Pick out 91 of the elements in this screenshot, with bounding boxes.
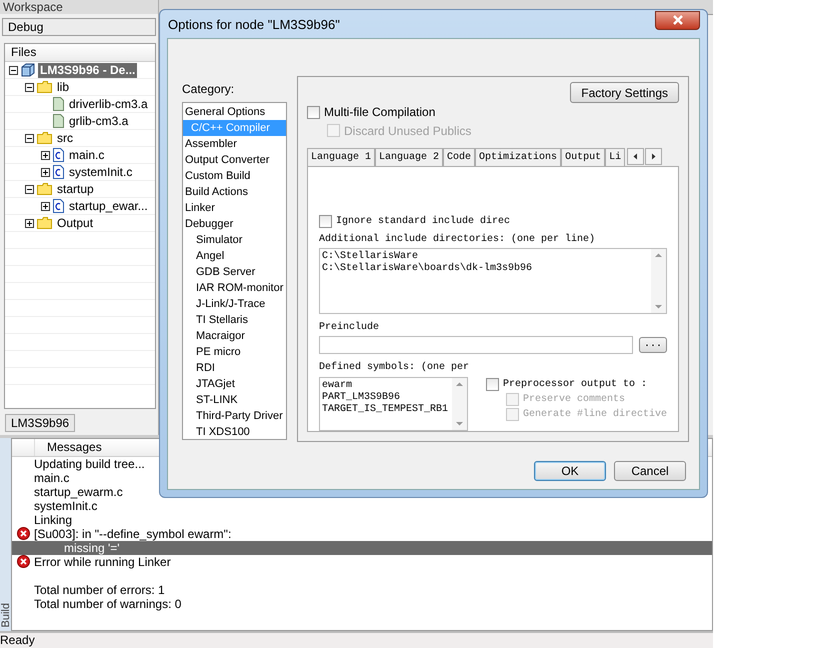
category-item[interactable]: PE micro (183, 344, 286, 360)
c-file-icon (53, 148, 64, 162)
workspace-title: Workspace (0, 0, 158, 14)
category-item[interactable]: Debugger (183, 216, 286, 232)
folder-icon (37, 217, 52, 229)
category-item[interactable]: Angel (183, 248, 286, 264)
tree-item[interactable]: grlib-cm3.a (67, 114, 130, 128)
category-item[interactable]: Custom Build (183, 168, 286, 184)
category-item[interactable]: TI Stellaris (183, 312, 286, 328)
workspace-tab[interactable]: LM3S9b96 (5, 414, 76, 432)
category-item[interactable]: RDI (183, 360, 286, 376)
category-item[interactable]: Assembler (183, 136, 286, 152)
category-item[interactable]: TI XDS100 (183, 424, 286, 440)
category-item[interactable]: Third-Party Driver (183, 408, 286, 424)
preinclude-field[interactable] (319, 336, 633, 354)
field-label: Additional include directories: (one per line) (319, 234, 596, 247)
category-item[interactable]: JTAGjet (183, 376, 286, 392)
minus-icon[interactable] (25, 134, 34, 142)
status-text: Ready (0, 631, 713, 648)
field-label: Preinclude (319, 322, 380, 335)
include-directories-field[interactable]: C:\StellarisWare C:\StellarisWare\boards\dk-lm3s9b96 (319, 248, 667, 314)
close-button[interactable] (655, 10, 700, 30)
message-row[interactable]: [Su003]: in "--define_symbol ewarm": (12, 526, 712, 541)
close-icon (672, 15, 684, 25)
tree-item[interactable]: systemInit.c (67, 164, 134, 180)
tree-item[interactable]: LM3S9b96 - De... (38, 62, 138, 78)
cancel-button[interactable]: Cancel (614, 461, 686, 481)
tree-item[interactable]: main.c (67, 148, 106, 162)
message-row[interactable]: Total number of errors: 1 (12, 582, 712, 597)
c-file-icon (53, 165, 64, 179)
message-row[interactable]: Total number of warnings: 0 (12, 596, 712, 611)
tree-item[interactable]: startup_ewar... (67, 198, 150, 214)
up-arrow-icon[interactable] (654, 252, 663, 258)
plus-icon[interactable] (41, 202, 50, 210)
folder-icon (37, 183, 52, 195)
files-header[interactable]: Files (5, 44, 155, 62)
factory-settings-button[interactable]: Factory Settings (570, 82, 679, 103)
tree-item[interactable]: startup (55, 182, 96, 196)
checkbox[interactable]: Preprocessor output to : (486, 377, 667, 392)
field-label: Defined symbols: (one per (319, 362, 470, 375)
message-row[interactable]: missing '=' (12, 540, 712, 555)
category-item[interactable]: GDB Server (183, 264, 286, 280)
plus-icon[interactable] (41, 150, 50, 160)
minus-icon[interactable] (9, 66, 18, 74)
folder-icon (37, 132, 52, 144)
dialog-title: Options for node "LM3S9b96" (167, 16, 340, 32)
ok-button[interactable]: OK (534, 461, 606, 481)
category-label: Category: (182, 82, 236, 98)
category-item[interactable]: Macraigor (183, 328, 286, 344)
tree-item[interactable]: Output (55, 216, 96, 230)
defined-symbols-field[interactable]: ewarm PART_LM3S9B96 TARGET_IS_TEMPEST_RB1 (319, 377, 468, 431)
tree-item[interactable]: lib (55, 80, 72, 94)
minus-icon[interactable] (25, 82, 34, 92)
down-arrow-icon[interactable] (454, 421, 464, 427)
message-row[interactable]: Error while running Linker (12, 554, 712, 569)
down-arrow-icon[interactable] (654, 304, 663, 310)
category-item[interactable]: J-Link/J-Trace (183, 296, 286, 312)
tab[interactable]: Language 2 (375, 148, 444, 166)
config-dropdown[interactable]: Debug (2, 18, 156, 36)
tree-item[interactable]: src (55, 130, 75, 146)
cube-icon (21, 63, 35, 77)
category-item[interactable]: Linker (183, 200, 286, 216)
document-icon (53, 97, 64, 111)
tab[interactable]: Optimizations (475, 148, 562, 166)
c-file-icon (53, 199, 64, 213)
tab[interactable]: Output (561, 148, 606, 166)
plus-icon[interactable] (41, 168, 50, 176)
category-item[interactable]: Simulator (183, 232, 286, 248)
category-item[interactable]: Output Converter (183, 152, 286, 168)
document-icon (53, 114, 64, 128)
tab[interactable]: Language 1 (307, 148, 376, 166)
plus-icon[interactable] (25, 218, 34, 228)
minus-icon[interactable] (25, 184, 34, 194)
category-item[interactable]: ST-LINK (183, 392, 286, 408)
checkbox[interactable]: Multi-file Compilation (307, 103, 679, 122)
category-item[interactable]: General Options (183, 104, 286, 120)
error-icon (16, 555, 30, 568)
tree-item[interactable]: driverlib-cm3.a (67, 96, 150, 112)
message-row[interactable]: Linking (12, 512, 712, 527)
checkbox[interactable]: Ignore standard include direc (319, 214, 667, 229)
folder-icon (37, 81, 52, 93)
error-icon (16, 527, 30, 540)
browse-button[interactable]: ... (638, 337, 667, 353)
message-row[interactable]: systemInit.c (12, 498, 712, 513)
category-item[interactable]: IAR ROM-monitor (183, 280, 286, 296)
messages-header[interactable]: Messages (35, 438, 102, 456)
category-item[interactable]: Build Actions (183, 184, 286, 200)
tab[interactable]: Li (605, 148, 626, 166)
panel-label[interactable]: Build (0, 602, 12, 627)
up-arrow-icon[interactable] (454, 381, 464, 387)
tab[interactable]: Code (443, 148, 476, 166)
